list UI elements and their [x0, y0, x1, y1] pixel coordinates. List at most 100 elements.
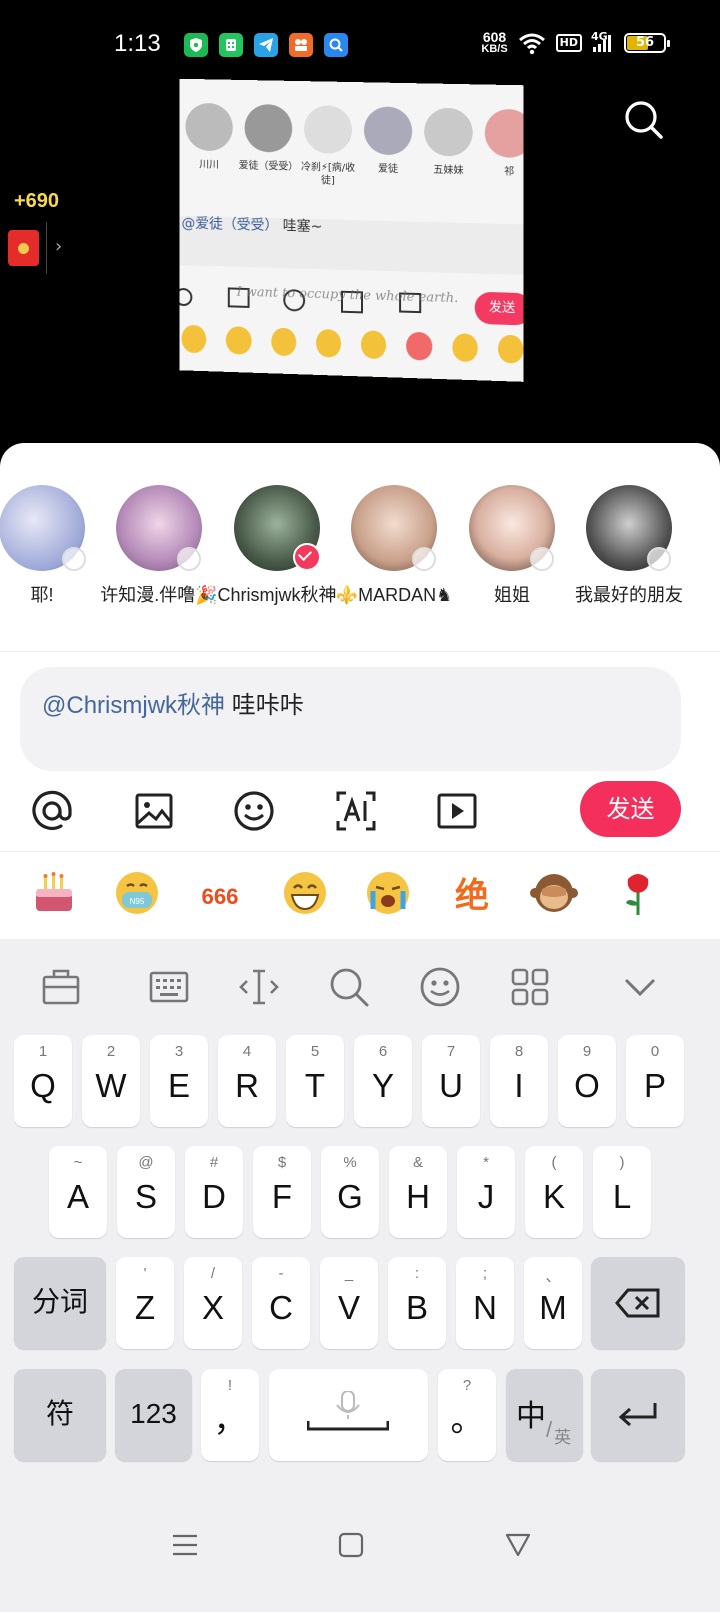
key-hint: % [343, 1154, 357, 1171]
key-l[interactable]: ) L [593, 1146, 651, 1238]
comment-input[interactable]: @Chrismjwk秋神 哇咔咔 [20, 667, 681, 771]
navigation-bar [0, 1490, 720, 1612]
key-a[interactable]: ~ A [49, 1146, 107, 1238]
video-icon[interactable] [435, 789, 479, 833]
key-u[interactable]: 7U [422, 1035, 480, 1127]
key-hint: & [412, 1154, 423, 1171]
net-speed-unit: KB/S [481, 43, 508, 55]
cursor-icon[interactable] [237, 965, 281, 1009]
key-s[interactable]: @ S [117, 1146, 175, 1238]
image-icon[interactable] [132, 789, 176, 833]
period-key[interactable]: ? 。 [438, 1369, 496, 1461]
key-label: F [271, 1178, 293, 1215]
key-hint: 1 [38, 1043, 48, 1060]
select-circle[interactable] [412, 547, 436, 571]
keyboard-icon[interactable] [147, 965, 191, 1009]
key-r[interactable]: 4R [218, 1035, 276, 1127]
key-k[interactable]: (K [525, 1146, 583, 1238]
share-user-item[interactable]: 姐姐 [452, 485, 572, 608]
ai-icon[interactable] [334, 789, 378, 833]
menu-icon[interactable] [170, 1530, 200, 1560]
space-key[interactable] [269, 1369, 428, 1461]
key-y[interactable]: 6Y [354, 1035, 412, 1127]
key-label: P [643, 1067, 666, 1104]
key-o[interactable]: 9O [558, 1035, 616, 1127]
key-g[interactable]: % G [321, 1146, 379, 1238]
avatar [304, 105, 352, 155]
language-switch-key[interactable]: 中 / 英 [506, 1369, 583, 1461]
share-user-item[interactable]: ⚜️MARDAN♞ [334, 485, 454, 608]
select-circle[interactable] [647, 547, 671, 571]
share-user-item[interactable]: 许知漫.伴噜🎉 [99, 485, 219, 608]
share-user-item[interactable]: 耶! [0, 485, 102, 608]
comma-key[interactable]: ! ， [201, 1369, 259, 1461]
selected-check-icon[interactable] [293, 543, 321, 571]
fenci-key[interactable]: 分词 [14, 1257, 106, 1349]
apps-icon[interactable] [508, 965, 552, 1009]
red-packet-icon[interactable] [8, 230, 39, 266]
number-key[interactable]: 123 [115, 1369, 192, 1461]
emoji-icon[interactable] [418, 965, 462, 1009]
grin-emoji[interactable] [281, 869, 329, 917]
select-circle[interactable] [62, 547, 86, 571]
enter-key[interactable] [591, 1369, 685, 1461]
symbol-key-label: 符 [45, 1398, 74, 1429]
microphone-icon [307, 1391, 389, 1431]
share-user-item[interactable]: 我最好的朋友 [569, 485, 689, 608]
666-emoji[interactable]: 666 [196, 869, 244, 917]
share-user-item[interactable]: Chrismjwk秋神 [217, 485, 337, 608]
select-circle[interactable] [530, 547, 554, 571]
key-c[interactable]: -C [252, 1257, 310, 1349]
preview-user-name: 爱徒 [378, 163, 399, 176]
key-b[interactable]: :B [388, 1257, 446, 1349]
preview-send-button: 发送 [474, 291, 524, 326]
key-label: U [439, 1067, 463, 1104]
jue-emoji[interactable]: 绝 [448, 869, 496, 917]
key-v[interactable]: _ V [320, 1257, 378, 1349]
search-icon[interactable] [327, 965, 371, 1009]
key-z[interactable]: ' Z [116, 1257, 174, 1349]
mask-emoji[interactable]: N95 [113, 869, 161, 917]
signal-icon: 4G [591, 30, 615, 54]
key-e[interactable]: 3E [150, 1035, 208, 1127]
search-icon[interactable] [622, 98, 666, 142]
key-q[interactable]: 1Q [14, 1035, 72, 1127]
share-user-list[interactable]: 耶! 许知漫.伴噜🎉 Chrismjwk秋神 ⚜️MARDAN♞ 姐姐 我最好的… [0, 485, 720, 649]
key-h[interactable]: & H [389, 1146, 447, 1238]
key-w[interactable]: 2W [82, 1035, 140, 1127]
video-preview[interactable]: 川川 爱徒（受受） 冷刹⚡[病/收徒] 爱徒 五妹妹 祁 @爱徒（受受） 哇塞~… [179, 78, 524, 382]
send-button[interactable]: 发送 [580, 781, 681, 837]
crying-emoji[interactable] [364, 869, 412, 917]
preview-user: 爱徒 [358, 106, 418, 189]
home-icon[interactable] [336, 1530, 366, 1560]
preview-user-name: 冷刹⚡[病/收徒] [300, 161, 356, 187]
key-label: I [514, 1067, 524, 1104]
back-icon[interactable] [503, 1530, 533, 1560]
cake-emoji[interactable] [30, 869, 78, 917]
user-name: 我最好的朋友 [575, 585, 683, 605]
key-hint: # [209, 1154, 219, 1171]
key-p[interactable]: 0P [626, 1035, 684, 1127]
clipboard-icon[interactable] [39, 965, 83, 1009]
chevron-down-icon[interactable] [618, 965, 662, 1009]
select-circle[interactable] [177, 547, 201, 571]
coin-reward[interactable]: +690 [14, 190, 59, 213]
key-label: Y [371, 1067, 394, 1104]
search-app-icon [324, 33, 348, 57]
chevron-right-icon[interactable]: › [55, 236, 62, 257]
key-n[interactable]: ; N [456, 1257, 514, 1349]
key-f[interactable]: $ F [253, 1146, 311, 1238]
key-t[interactable]: 5T [286, 1035, 344, 1127]
rose-emoji[interactable] [614, 869, 662, 917]
key-d[interactable]: # D [185, 1146, 243, 1238]
key-m[interactable]: 、 M [524, 1257, 582, 1349]
key-i[interactable]: 8I [490, 1035, 548, 1127]
symbol-key[interactable]: 符 [14, 1369, 106, 1461]
backspace-key[interactable] [591, 1257, 685, 1349]
at-icon[interactable] [30, 789, 74, 833]
key-j[interactable]: * J [457, 1146, 515, 1238]
avatar [185, 102, 233, 152]
key-x[interactable]: / X [184, 1257, 242, 1349]
monkey-emoji[interactable] [530, 869, 578, 917]
emoji-icon[interactable] [232, 789, 276, 833]
